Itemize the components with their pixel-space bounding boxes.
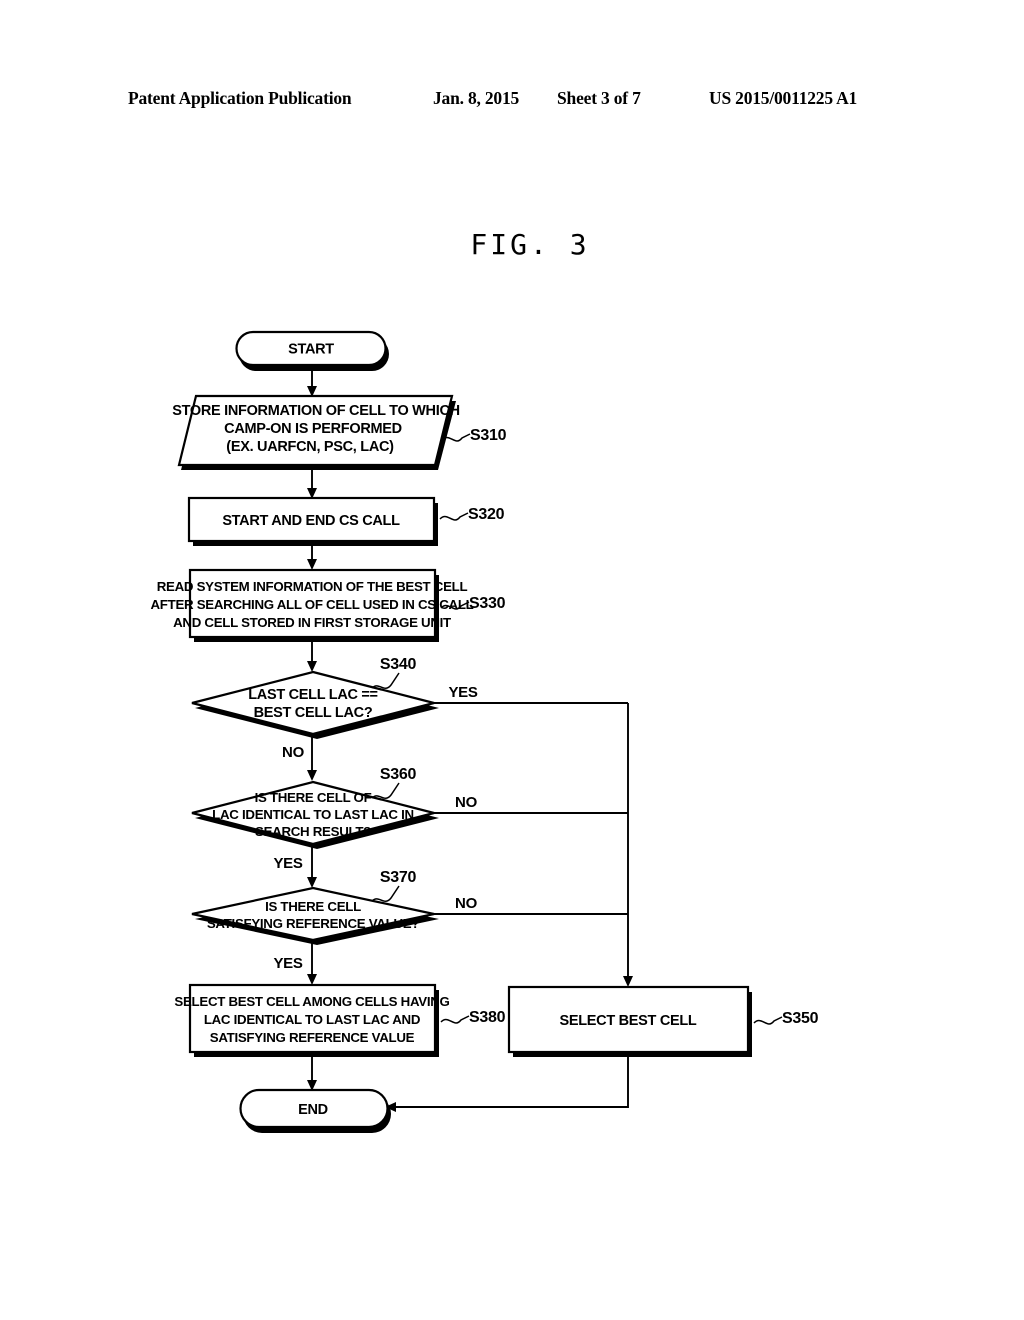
node-s330-line-1: READ SYSTEM INFORMATION OF THE BEST CELL — [157, 579, 468, 594]
connector-s370-no: NO — [434, 895, 628, 915]
branch-label-s360-yes: YES — [273, 855, 302, 872]
connector-s370-yes: YES — [273, 940, 317, 985]
node-s340-ref: S340 — [380, 656, 417, 673]
connector-s360-yes: YES — [273, 844, 317, 888]
node-s330-line-2: AFTER SEARCHING ALL OF CELL USED IN CS C… — [151, 597, 474, 612]
connector-s330-to-s340 — [307, 637, 317, 672]
node-s360-line-2: LAC IDENTICAL TO LAST LAC IN — [212, 807, 414, 822]
node-s330-line-3: AND CELL STORED IN FIRST STORAGE UNIT — [173, 615, 451, 630]
connector-s360-no: NO — [434, 794, 628, 814]
node-s370: IS THERE CELL SATISFYING REFERENCE VALUE… — [191, 869, 439, 945]
connector-s310-to-s320 — [307, 465, 317, 499]
branch-label-s360-no: NO — [455, 794, 478, 811]
node-end: END — [239, 1088, 391, 1133]
connector-s340-no: NO — [282, 734, 317, 781]
node-s340-line-2: BEST CELL LAC? — [254, 705, 373, 721]
branch-label-s370-no: NO — [455, 895, 478, 912]
node-s310: STORE INFORMATION OF CELL TO WHICH CAMP-… — [172, 394, 507, 470]
node-s350-ref: S350 — [782, 1010, 819, 1027]
node-s360-line-3: SEARCH RESULT? — [255, 824, 371, 839]
node-s370-ref: S370 — [380, 869, 417, 886]
node-s370-line-2: SATISFYING REFERENCE VALUE? — [207, 916, 419, 931]
node-s310-line-3: (EX. UARFCN, PSC, LAC) — [226, 439, 394, 455]
node-s310-ref: S310 — [470, 427, 507, 444]
node-s340: LAST CELL LAC == BEST CELL LAC? S340 — [191, 656, 439, 739]
branch-label-s370-yes: YES — [273, 955, 302, 972]
node-s330: READ SYSTEM INFORMATION OF THE BEST CELL… — [151, 568, 506, 642]
connector-right-rail-to-s350 — [623, 703, 633, 987]
connector-s380-to-end — [307, 1052, 317, 1091]
node-s360: IS THERE CELL OF LAC IDENTICAL TO LAST L… — [191, 766, 439, 849]
node-s380-ref: S380 — [469, 1009, 506, 1026]
branch-label-s340-yes: YES — [448, 684, 477, 701]
node-s340-line-1: LAST CELL LAC == — [248, 687, 377, 703]
connector-s350-to-end — [385, 1052, 629, 1112]
connector-s340-yes: YES — [434, 684, 628, 704]
node-s370-line-1: IS THERE CELL — [265, 899, 361, 914]
node-s350-line-1: SELECT BEST CELL — [560, 1013, 697, 1029]
node-s380-line-3: SATISFYING REFERENCE VALUE — [210, 1030, 415, 1045]
node-s380-line-2: LAC IDENTICAL TO LAST LAC AND — [204, 1012, 421, 1027]
node-s320-ref: S320 — [468, 506, 505, 523]
node-s320: START AND END CS CALL S320 — [187, 496, 505, 546]
node-s360-line-1: IS THERE CELL OF — [255, 790, 372, 805]
node-s310-line-1: STORE INFORMATION OF CELL TO WHICH — [172, 403, 460, 419]
node-s330-ref: S330 — [469, 595, 506, 612]
node-s380-line-1: SELECT BEST CELL AMONG CELLS HAVING — [174, 994, 449, 1009]
node-end-label: END — [298, 1102, 328, 1118]
node-s350: SELECT BEST CELL S350 — [507, 985, 819, 1057]
flowchart-diagram: START STORE INFORMATION OF CELL TO WHICH… — [151, 330, 819, 1133]
node-s380: SELECT BEST CELL AMONG CELLS HAVING LAC … — [174, 983, 506, 1057]
node-s310-line-2: CAMP-ON IS PERFORMED — [224, 421, 402, 437]
node-start-label: START — [288, 342, 334, 358]
branch-label-s340-no: NO — [282, 744, 305, 761]
node-s320-line-1: START AND END CS CALL — [222, 513, 400, 529]
node-s360-ref: S360 — [380, 766, 417, 783]
